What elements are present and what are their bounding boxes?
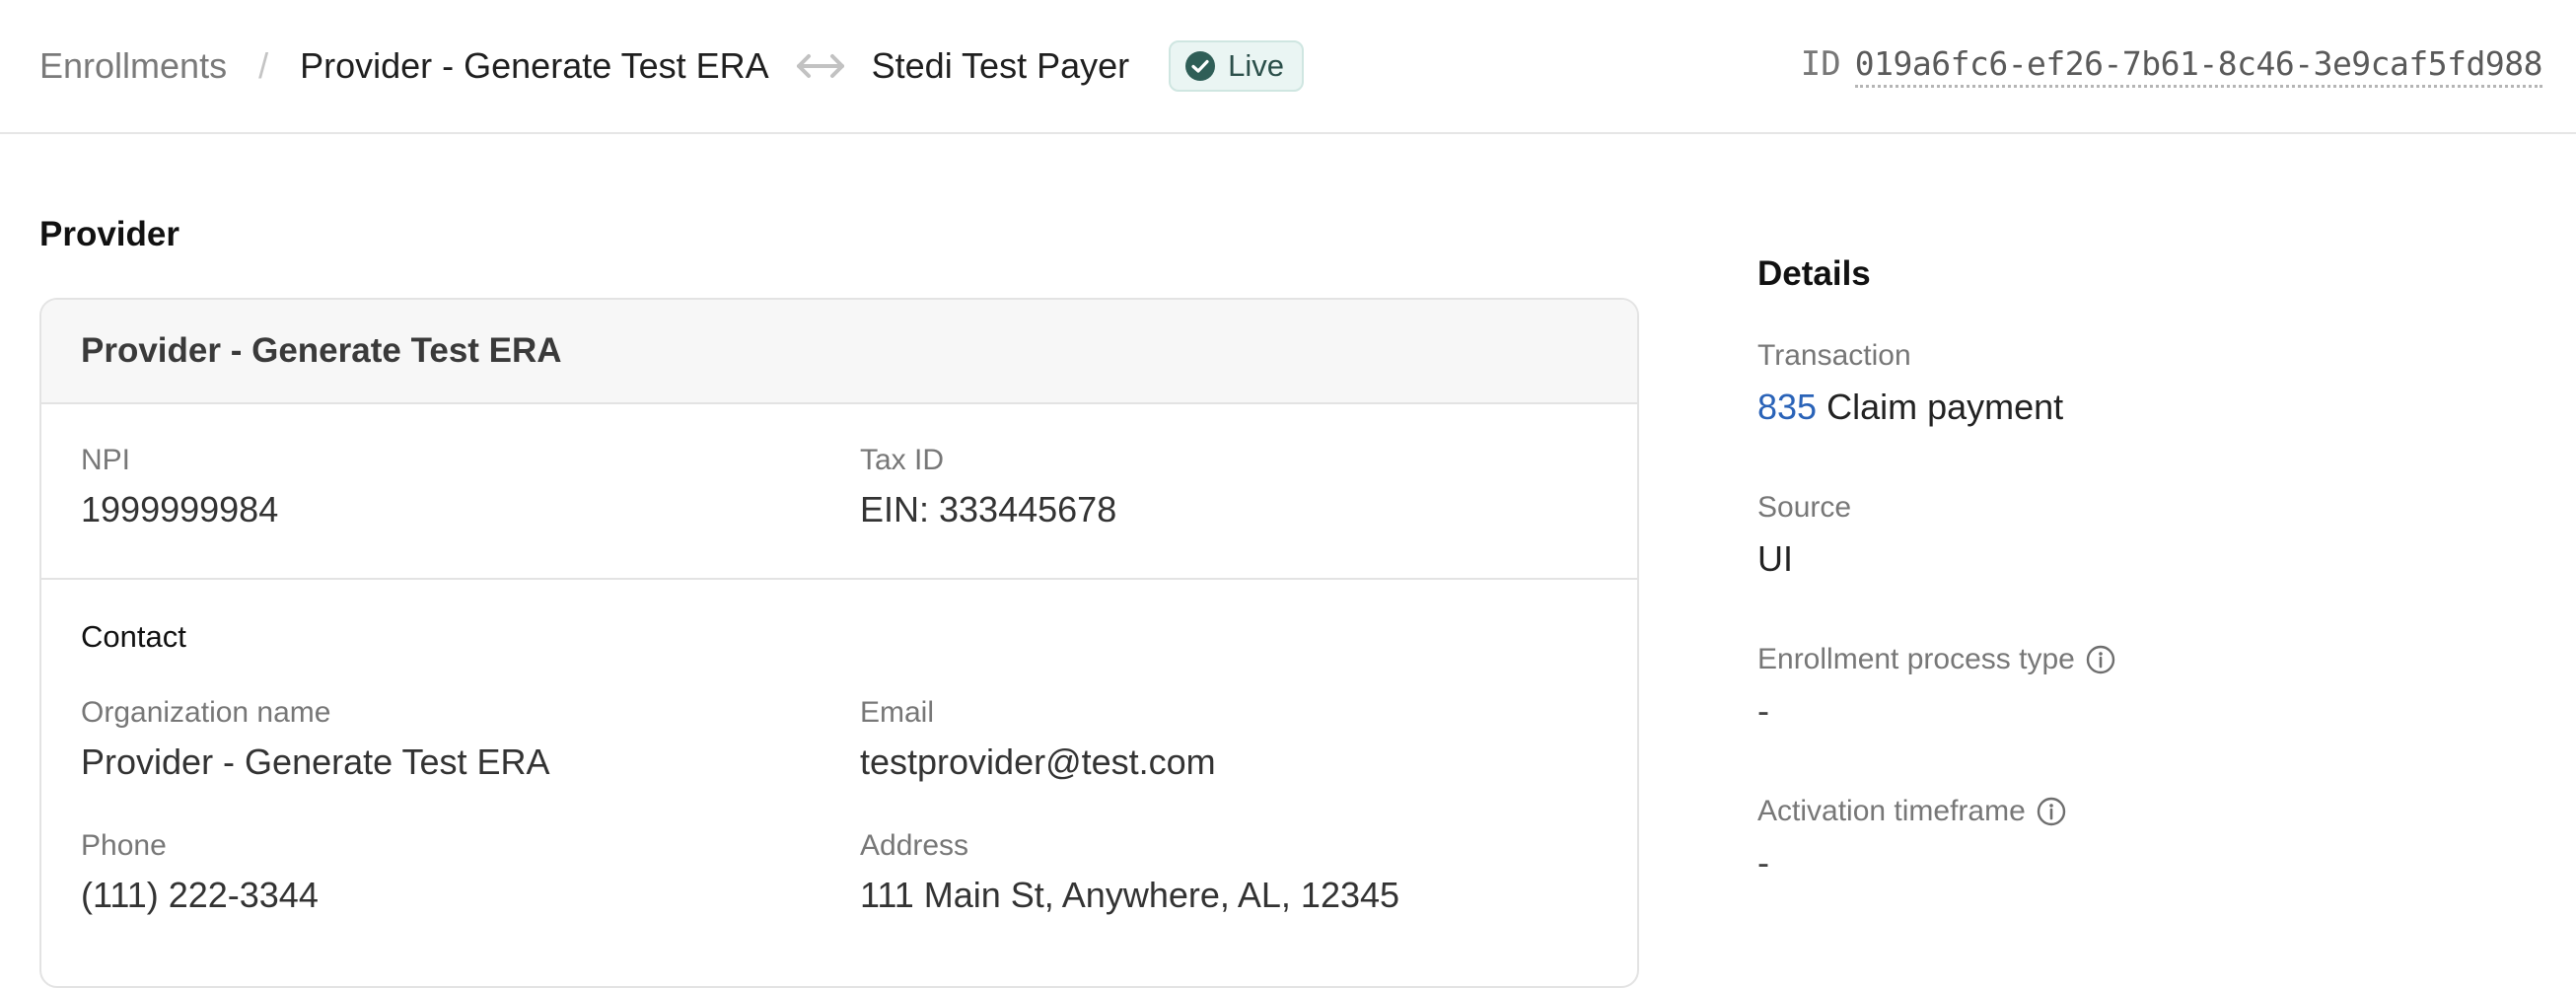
transaction-name: Claim payment [1826,387,2064,427]
breadcrumb-provider: Provider - Generate Test ERA [300,45,769,86]
email-field: Email testprovider@test.com [860,696,1216,783]
contact-title: Contact [81,619,186,654]
check-circle-icon [1185,51,1216,81]
org-name-value: Provider - Generate Test ERA [81,741,550,782]
provider-card-header: Provider - Generate Test ERA [41,300,1637,404]
process-type-field: Enrollment process type - [1757,643,2116,732]
address-label: Address [860,829,969,862]
status-badge: Live [1169,40,1304,92]
id-value[interactable]: 019a6fc6-ef26-7b61-8c46-3e9caf5fd988 [1854,44,2543,88]
phone-label: Phone [81,829,167,862]
source-label: Source [1757,491,1852,524]
info-icon[interactable] [2036,796,2067,827]
org-name-label: Organization name [81,696,331,729]
provider-section-title: Provider [39,215,179,253]
email-value: testprovider@test.com [860,741,1216,782]
tax-id-value: EIN: 333445678 [860,489,1117,529]
transaction-field: Transaction 835 Claim payment [1757,339,2063,428]
phone-field: Phone (111) 222-3344 [81,829,319,916]
transaction-code-link[interactable]: 835 [1757,387,1817,427]
npi-field: NPI 1999999984 [81,444,278,530]
org-name-field: Organization name Provider - Generate Te… [81,696,550,783]
details-title: Details [1757,254,1871,293]
npi-label: NPI [81,444,131,476]
contact-section: Contact Organization name Provider - Gen… [41,580,1637,986]
id-label: ID [1800,44,1841,84]
provider-card: Provider - Generate Test ERA NPI 1999999… [39,298,1639,988]
status-badge-label: Live [1228,48,1284,83]
page-header: Enrollments / Provider - Generate Test E… [0,0,2576,134]
breadcrumb-enrollments[interactable]: Enrollments [39,45,227,87]
address-value: 111 Main St, Anywhere, AL, 12345 [860,875,1400,915]
provider-card-title: Provider - Generate Test ERA [81,331,562,370]
activation-timeframe-label: Activation timeframe [1757,795,2026,827]
bidirectional-arrow-icon [796,54,844,78]
tax-id-field: Tax ID EIN: 333445678 [860,444,1116,530]
breadcrumb-payer: Stedi Test Payer [871,45,1130,86]
activation-timeframe-field: Activation timeframe - [1757,795,2067,883]
breadcrumb-separator: / [258,45,269,86]
tax-id-label: Tax ID [860,444,945,476]
provider-identifiers-row: NPI 1999999984 Tax ID EIN: 333445678 [41,404,1637,580]
npi-value: 1999999984 [81,489,279,529]
process-type-label: Enrollment process type [1757,643,2075,675]
enrollment-id: ID 019a6fc6-ef26-7b61-8c46-3e9caf5fd988 [1800,44,2543,88]
transaction-value: 835 Claim payment [1757,387,2063,428]
address-field: Address 111 Main St, Anywhere, AL, 12345 [860,829,1399,916]
email-label: Email [860,696,935,729]
activation-timeframe-value: - [1757,842,1769,882]
transaction-label: Transaction [1757,339,1911,372]
process-type-value: - [1757,690,1769,731]
info-icon[interactable] [2085,644,2116,675]
phone-value: (111) 222-3344 [81,875,319,915]
source-value: UI [1757,538,1793,579]
source-field: Source UI [1757,491,1851,580]
